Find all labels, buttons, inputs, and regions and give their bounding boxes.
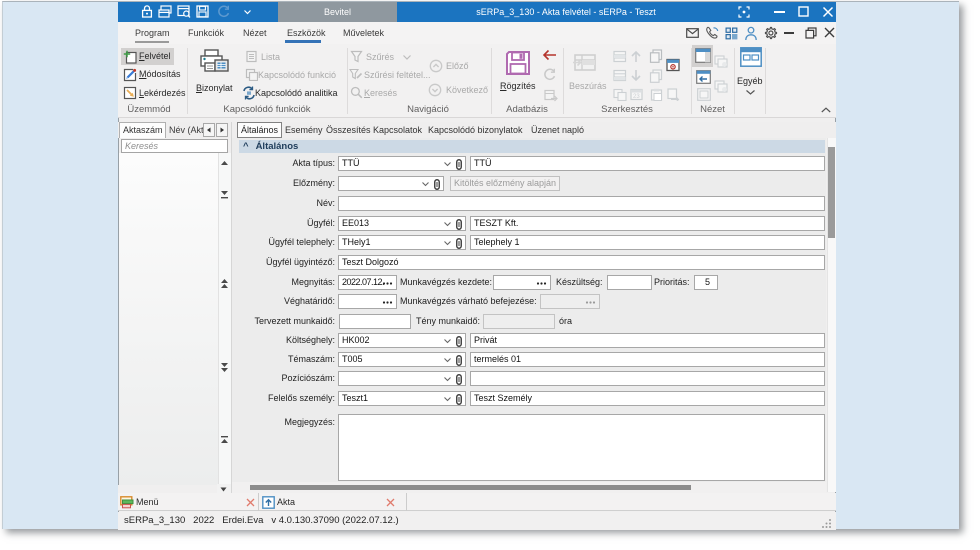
svg-text:23: 23 bbox=[633, 94, 640, 100]
